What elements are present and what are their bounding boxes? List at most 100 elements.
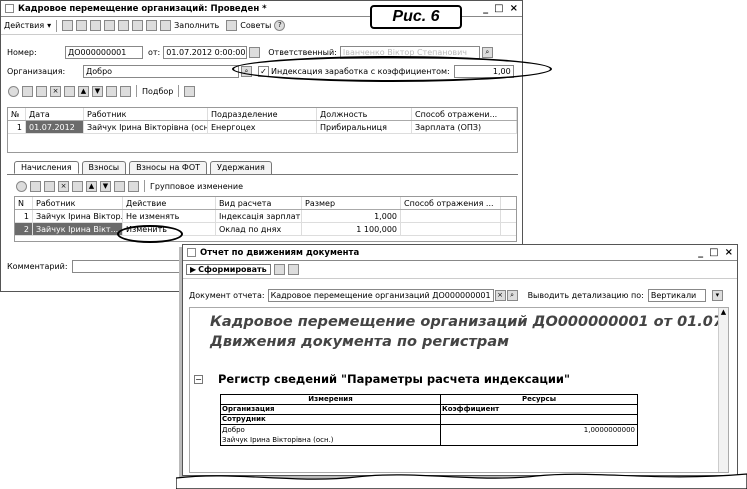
employee-column: Сотрудник xyxy=(221,415,441,424)
movements-icon[interactable] xyxy=(118,20,130,31)
column-header[interactable]: Дата xyxy=(26,108,84,120)
tips-button[interactable]: Советы xyxy=(240,21,271,30)
maximize-icon[interactable]: □ xyxy=(494,3,503,14)
actions-menu-button[interactable]: Действия xyxy=(4,21,44,30)
column-header[interactable]: Работник xyxy=(84,108,208,120)
delete-icon[interactable]: × xyxy=(58,180,69,192)
copy-icon[interactable] xyxy=(104,20,116,31)
column-header[interactable]: Действие xyxy=(123,197,216,209)
table-row[interactable]: 1 Зайчук Ірина Віктор... Не изменять Інд… xyxy=(15,210,516,223)
column-header[interactable]: Вид расчета xyxy=(216,197,302,209)
column-header[interactable]: Подразделение xyxy=(208,108,317,120)
table-cell[interactable]: Оклад по днях xyxy=(216,223,302,235)
table-cell[interactable]: Прибиральниця xyxy=(317,121,412,133)
table-cell[interactable]: Зайчук Ірина Вікторівна (осн.) xyxy=(84,121,208,133)
column-header[interactable]: Должность xyxy=(317,108,412,120)
edit-icon[interactable] xyxy=(44,180,55,192)
move-up-icon[interactable]: ▲ xyxy=(78,85,89,97)
sort-desc-icon[interactable] xyxy=(120,85,131,97)
sort-asc-icon[interactable] xyxy=(106,85,117,97)
report-icon[interactable] xyxy=(146,20,158,31)
organization-label: Организация: xyxy=(7,67,66,76)
search-icon[interactable]: ⌕ xyxy=(506,290,518,301)
table-cell[interactable]: Енергоцех xyxy=(208,121,317,133)
report-params-row: Документ отчета: Кадровое перемещение ор… xyxy=(189,289,723,302)
save-icon[interactable] xyxy=(62,20,74,31)
search-icon[interactable]: ⌕ xyxy=(481,47,493,58)
column-header[interactable]: Способ отражени... xyxy=(412,108,517,120)
report-subtitle: Движения документа по регистрам xyxy=(210,334,509,350)
table-cell[interactable]: Індексація зарплати xyxy=(216,210,302,222)
edit-icon[interactable] xyxy=(36,85,47,97)
move-down-icon[interactable]: ▼ xyxy=(92,85,103,97)
sort-asc-icon[interactable] xyxy=(114,180,125,192)
tab-deductions[interactable]: Удержания xyxy=(210,161,272,174)
add-icon[interactable] xyxy=(8,85,19,97)
vertical-scrollbar[interactable]: ▲ xyxy=(718,308,728,472)
table-cell[interactable] xyxy=(401,223,501,235)
column-header[interactable]: № xyxy=(8,108,26,120)
pick-button[interactable]: Подбор xyxy=(142,87,173,96)
filter-icon[interactable] xyxy=(287,264,299,275)
toolbar-divider xyxy=(136,85,137,97)
end-edit-icon[interactable] xyxy=(72,180,83,192)
minimize-icon[interactable]: _ xyxy=(483,3,488,14)
table-row[interactable]: 1 01.07.2012 Зайчук Ірина Вікторівна (ос… xyxy=(8,121,517,134)
search-icon[interactable] xyxy=(132,20,144,31)
column-header[interactable]: N xyxy=(15,197,33,209)
delete-icon[interactable]: × xyxy=(50,85,61,97)
table-cell[interactable]: 1,000 xyxy=(302,210,401,222)
subgrid-toolbar: × ▲ ▼ Групповое изменение xyxy=(13,177,246,195)
tab-contributions[interactable]: Взносы xyxy=(81,161,127,174)
scroll-up-icon[interactable]: ▲ xyxy=(719,308,728,316)
copy-row-icon[interactable] xyxy=(30,180,41,192)
move-up-icon[interactable]: ▲ xyxy=(86,180,97,192)
number-field[interactable]: ДО000000001 xyxy=(65,46,143,59)
users-icon[interactable] xyxy=(184,85,196,97)
dimensions-header: Измерения xyxy=(221,395,441,404)
table-cell[interactable]: Зайчук Ірина Вікт... xyxy=(33,223,123,235)
minimize-icon[interactable]: _ xyxy=(698,247,703,258)
date-field[interactable]: 01.07.2012 0:00:00 xyxy=(163,46,248,59)
move-down-icon[interactable]: ▼ xyxy=(100,180,111,192)
fill-button[interactable]: Заполнить xyxy=(174,21,219,30)
close-icon[interactable]: × xyxy=(725,247,733,258)
post-icon[interactable] xyxy=(76,20,88,31)
help-icon[interactable]: ? xyxy=(274,20,286,31)
resources-header: Ресурсы xyxy=(521,395,557,403)
document-field[interactable]: Кадровое перемещение организаций ДО00000… xyxy=(267,289,494,302)
generate-button[interactable]: ▶ Сформировать xyxy=(186,264,271,275)
collapse-toggle[interactable]: − xyxy=(194,375,203,384)
end-edit-icon[interactable] xyxy=(64,85,75,97)
sort-desc-icon[interactable] xyxy=(128,180,139,192)
table-cell[interactable]: Зарплата (ОПЗ) xyxy=(412,121,517,133)
table-cell[interactable] xyxy=(401,210,501,222)
settings-icon[interactable] xyxy=(273,264,285,275)
table-row[interactable]: 2 Зайчук Ірина Вікт... Изменить Оклад по… xyxy=(15,223,516,236)
clear-icon[interactable]: × xyxy=(494,290,506,301)
close-icon[interactable]: × xyxy=(510,3,518,14)
maximize-icon[interactable]: □ xyxy=(709,247,718,258)
organization-field[interactable]: Добро xyxy=(83,65,239,78)
tab-payroll-contributions[interactable]: Взносы на ФОТ xyxy=(129,161,207,174)
table-cell[interactable]: Не изменять xyxy=(123,210,216,222)
tab-accruals[interactable]: Начисления xyxy=(14,161,79,174)
print-icon[interactable] xyxy=(90,20,102,31)
table-cell[interactable]: Зайчук Ірина Віктор... xyxy=(33,210,123,222)
comment-label: Комментарий: xyxy=(7,262,68,271)
table-cell: 1 xyxy=(15,210,33,222)
table-cell[interactable]: 1 100,000 xyxy=(302,223,401,235)
list-icon[interactable] xyxy=(160,20,172,31)
report-window-titlebar[interactable]: Отчет по движениям документа _ □ × xyxy=(183,245,737,261)
table-cell[interactable]: 01.07.2012 xyxy=(26,121,84,133)
column-header[interactable]: Способ отражения ... xyxy=(401,197,501,209)
calendar-icon[interactable] xyxy=(249,47,261,58)
detail-select[interactable]: Вертикали xyxy=(647,289,706,302)
column-header[interactable]: Работник xyxy=(33,197,123,209)
organization-column: Организация xyxy=(221,405,441,414)
group-change-button[interactable]: Групповое изменение xyxy=(150,182,243,191)
chevron-down-icon[interactable]: ▾ xyxy=(711,290,723,301)
column-header[interactable]: Размер xyxy=(302,197,401,209)
copy-row-icon[interactable] xyxy=(22,85,33,97)
add-icon[interactable] xyxy=(16,180,27,192)
